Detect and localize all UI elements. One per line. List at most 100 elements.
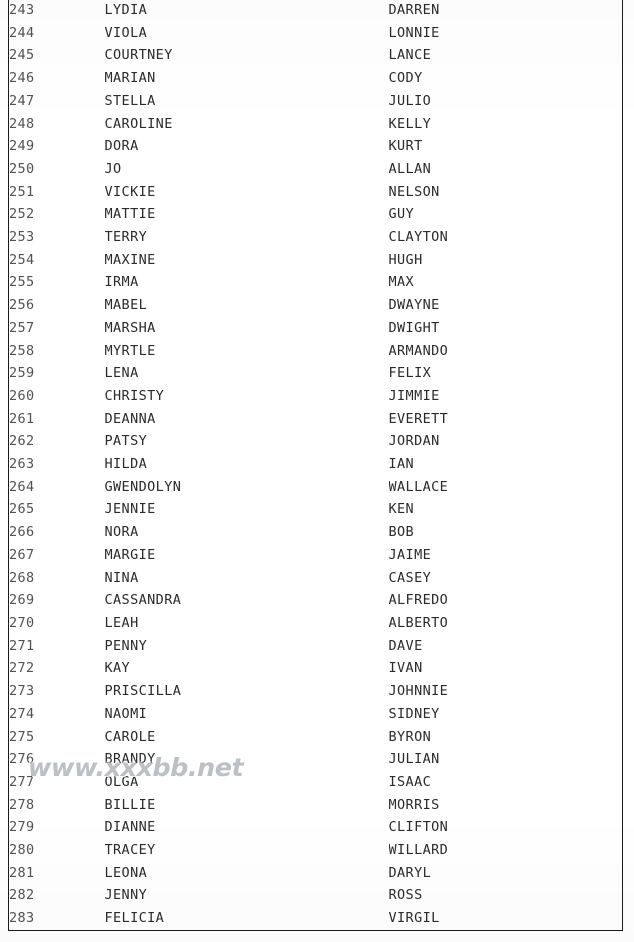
table-row: 259 LENA FELIX xyxy=(9,362,623,385)
row-index-cell: 254 xyxy=(9,251,35,268)
female-name-cell: MYRTLE xyxy=(104,342,156,359)
male-name-cell: NELSON xyxy=(388,183,440,200)
table-row: 254 MAXINE HUGH xyxy=(9,249,623,272)
female-name-cell: KAY xyxy=(104,660,131,677)
female-name-cell: PRISCILLA xyxy=(104,683,182,700)
row-index-cell: 264 xyxy=(9,478,35,495)
male-name-cell: DARREN xyxy=(388,2,440,18)
male-name-cell: BYRON xyxy=(388,728,432,745)
female-name-cell: MARGIE xyxy=(104,546,156,563)
table-row: 250 JO ALLAN xyxy=(9,158,623,181)
table-row: 266 NORA BOB xyxy=(9,521,623,544)
row-index-cell: 260 xyxy=(9,387,35,404)
female-name-cell: MABEL xyxy=(104,297,148,314)
table-row: 277 OLGA ISAAC xyxy=(9,771,623,794)
female-name-cell: STELLA xyxy=(104,92,156,109)
table-row: 252 MATTIE GUY xyxy=(9,203,623,226)
row-index-cell: 277 xyxy=(9,773,35,790)
male-name-cell: CODY xyxy=(388,70,423,87)
table-row: 278 BILLIE MORRIS xyxy=(9,794,623,817)
female-name-cell: NINA xyxy=(104,569,139,586)
row-index-cell: 265 xyxy=(9,501,35,518)
male-name-cell: ALBERTO xyxy=(388,614,449,631)
table-row: 245 COURTNEY LANCE xyxy=(9,44,623,67)
row-index-cell: 281 xyxy=(9,864,35,881)
row-index-cell: 271 xyxy=(9,637,35,654)
male-name-cell: ARMANDO xyxy=(388,342,449,359)
table-row: 243 LYDIA DARREN xyxy=(9,0,623,22)
male-name-cell: HUGH xyxy=(388,251,423,268)
female-name-cell: CAROLINE xyxy=(104,115,173,132)
table-row: 275 CAROLE BYRON xyxy=(9,726,623,749)
female-name-cell: NORA xyxy=(104,524,139,541)
document-page: 243 LYDIA DARREN 244 VIOLA LONNIE 245 COURTNEY L… xyxy=(0,0,634,942)
male-name-cell: WILLARD xyxy=(388,842,449,859)
male-name-cell: JIMMIE xyxy=(388,387,440,404)
male-name-cell: DWAYNE xyxy=(388,297,440,314)
row-index-cell: 248 xyxy=(9,115,35,132)
male-name-cell: MORRIS xyxy=(388,796,440,813)
row-index-cell: 259 xyxy=(9,365,35,382)
female-name-cell: OLGA xyxy=(104,773,139,790)
male-name-cell: KELLY xyxy=(388,115,432,132)
female-name-cell: COURTNEY xyxy=(104,47,173,64)
row-index-cell: 268 xyxy=(9,569,35,586)
table-row: 256 MABEL DWAYNE xyxy=(9,294,623,317)
female-name-cell: GWENDOLYN xyxy=(104,478,182,495)
row-index-cell: 257 xyxy=(9,319,35,336)
male-name-cell: IVAN xyxy=(388,660,423,677)
row-index-cell: 263 xyxy=(9,456,35,473)
row-index-cell: 258 xyxy=(9,342,35,359)
table-row: 257 MARSHA DWIGHT xyxy=(9,317,623,340)
row-index-cell: 247 xyxy=(9,92,35,109)
table-row: 261 DEANNA EVERETT xyxy=(9,408,623,431)
row-index-cell: 272 xyxy=(9,660,35,677)
table-row: 264 GWENDOLYN WALLACE xyxy=(9,476,623,499)
male-name-cell: BOB xyxy=(388,524,415,541)
female-name-cell: LEONA xyxy=(104,864,148,881)
table-row: 282 JENNY ROSS xyxy=(9,884,623,907)
table-row: 255 IRMA MAX xyxy=(9,271,623,294)
male-name-cell: CASEY xyxy=(388,569,432,586)
female-name-cell: LENA xyxy=(104,365,139,382)
female-name-cell: LYDIA xyxy=(104,2,148,18)
table-row: 253 TERRY CLAYTON xyxy=(9,226,623,249)
male-name-cell: CLAYTON xyxy=(388,229,449,246)
female-name-cell: CAROLE xyxy=(104,728,156,745)
male-name-cell: ISAAC xyxy=(388,773,432,790)
male-name-cell: KEN xyxy=(388,501,415,518)
male-name-cell: DWIGHT xyxy=(388,319,440,336)
female-name-cell: MARSHA xyxy=(104,319,156,336)
male-name-cell: JOHNNIE xyxy=(388,683,449,700)
row-index-cell: 251 xyxy=(9,183,35,200)
table-row: 248 CAROLINE KELLY xyxy=(9,113,623,136)
female-name-cell: PENNY xyxy=(104,637,148,654)
table-row: 249 DORA KURT xyxy=(9,135,623,158)
row-index-cell: 245 xyxy=(9,47,35,64)
female-name-cell: NAOMI xyxy=(104,705,148,722)
female-name-cell: CHRISTY xyxy=(104,387,165,404)
row-index-cell: 270 xyxy=(9,614,35,631)
male-name-cell: JULIO xyxy=(388,92,432,109)
row-index-cell: 275 xyxy=(9,728,35,745)
female-name-cell: LEAH xyxy=(104,614,139,631)
table-row: 244 VIOLA LONNIE xyxy=(9,22,623,45)
table-row: 271 PENNY DAVE xyxy=(9,635,623,658)
male-name-cell: ROSS xyxy=(388,887,423,904)
table-row: 258 MYRTLE ARMANDO xyxy=(9,340,623,363)
female-name-cell: IRMA xyxy=(104,274,139,291)
female-name-cell: PATSY xyxy=(104,433,148,450)
female-name-cell: JENNY xyxy=(104,887,148,904)
row-index-cell: 243 xyxy=(9,2,35,18)
row-index-cell: 261 xyxy=(9,410,35,427)
male-name-cell: LONNIE xyxy=(388,24,440,41)
female-name-cell: DEANNA xyxy=(104,410,156,427)
male-name-cell: JAIME xyxy=(388,546,432,563)
row-index-cell: 274 xyxy=(9,705,35,722)
table-row: 246 MARIAN CODY xyxy=(9,67,623,90)
table-row: 279 DIANNE CLIFTON xyxy=(9,816,623,839)
row-index-cell: 269 xyxy=(9,592,35,609)
female-name-cell: VICKIE xyxy=(104,183,156,200)
table-row: 281 LEONA DARYL xyxy=(9,862,623,885)
male-name-cell: JULIAN xyxy=(388,751,440,768)
